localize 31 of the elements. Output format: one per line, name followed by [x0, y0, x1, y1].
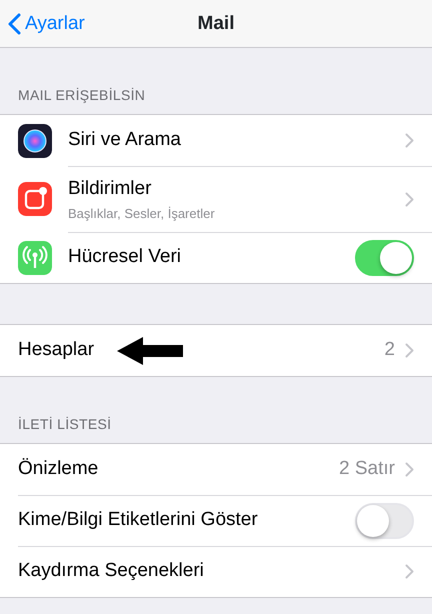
- row-value: 2: [384, 338, 395, 362]
- toggle-switch[interactable]: [355, 240, 414, 276]
- chevron-icon: [405, 192, 414, 206]
- settings-row[interactable]: Kime/Bilgi Etiketlerini Göster: [0, 495, 432, 546]
- row-label: Siri ve Arama: [68, 128, 182, 152]
- settings-row[interactable]: Bildirimler Başlıklar, Sesler, İşaretler: [0, 166, 432, 232]
- row-label: Hücresel Veri: [68, 245, 182, 270]
- back-button[interactable]: Ayarlar: [0, 0, 85, 48]
- row-label: Bildirimler: [68, 177, 152, 201]
- settings-row[interactable]: Siri ve Arama: [0, 115, 432, 166]
- chevron-icon: [405, 133, 414, 148]
- chevron-icon: [405, 564, 414, 579]
- section-header: MAIL ERİŞEBİLSİN: [17, 86, 146, 105]
- settings-row[interactable]: Hücresel Veri: [0, 232, 432, 283]
- row-label: Hesaplar: [18, 338, 96, 362]
- siri-icon: [18, 124, 52, 158]
- settings-row[interactable]: Kaydırma Seçenekleri: [0, 546, 432, 597]
- cellular-antenna-icon: [18, 240, 52, 274]
- row-label: Kaydırma Seçenekleri: [18, 559, 205, 584]
- row-label: Kime/Bilgi Etiketlerini Göster: [18, 508, 259, 532]
- section-header: İLETİ LİSTESİ: [17, 415, 112, 434]
- notifications-icon: [18, 182, 52, 216]
- chevron-icon: [405, 462, 414, 477]
- page-title: Mail: [198, 13, 234, 34]
- row-label: Önizleme: [18, 457, 100, 482]
- chevron-icon: [405, 343, 414, 358]
- row-value: 2 Satır: [339, 457, 395, 482]
- settings-row[interactable]: Önizleme 2 Satır: [0, 444, 432, 495]
- settings-row[interactable]: Hesaplar 2: [0, 325, 432, 376]
- back-chevron-icon: [8, 13, 21, 35]
- row-subtitle: Başlıklar, Sesler, İşaretler: [68, 204, 216, 223]
